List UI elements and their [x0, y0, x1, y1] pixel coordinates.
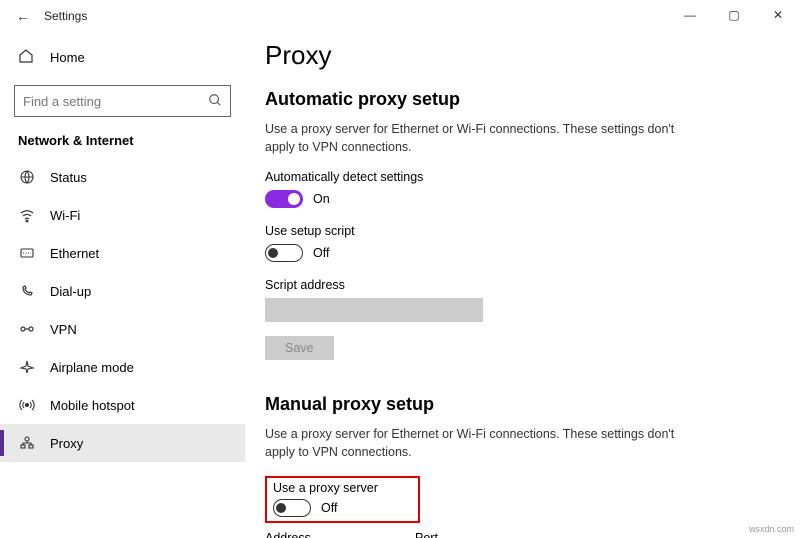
manual-setup-heading: Manual proxy setup [265, 394, 780, 415]
sidebar-item-label: Mobile hotspot [50, 398, 135, 413]
home-icon [18, 48, 36, 67]
setup-script-state: Off [313, 246, 329, 260]
content: Proxy Automatic proxy setup Use a proxy … [245, 32, 800, 538]
sidebar-item-status[interactable]: Status [0, 158, 245, 196]
watermark: wsxdn.com [749, 524, 794, 534]
use-proxy-toggle[interactable] [273, 499, 311, 517]
auto-setup-heading: Automatic proxy setup [265, 89, 780, 110]
page-title: Proxy [265, 40, 780, 71]
app-title: Settings [44, 9, 87, 23]
use-proxy-label: Use a proxy server [273, 481, 378, 495]
wifi-icon [18, 207, 36, 223]
dialup-icon [18, 283, 36, 299]
port-label: Port [415, 531, 438, 538]
sidebar: Home Network & Internet Status Wi-Fi Eth… [0, 32, 245, 538]
script-address-input[interactable] [265, 298, 483, 322]
auto-detect-toggle[interactable] [265, 190, 303, 208]
airplane-icon [18, 359, 36, 375]
status-icon [18, 169, 36, 185]
ethernet-icon [18, 245, 36, 261]
sidebar-item-dialup[interactable]: Dial-up [0, 272, 245, 310]
sidebar-section-header: Network & Internet [0, 133, 245, 158]
sidebar-item-hotspot[interactable]: Mobile hotspot [0, 386, 245, 424]
sidebar-item-label: Airplane mode [50, 360, 134, 375]
window-controls: — ▢ ✕ [668, 0, 800, 30]
auto-detect-label: Automatically detect settings [265, 170, 780, 184]
sidebar-item-label: VPN [50, 322, 77, 337]
sidebar-item-label: Dial-up [50, 284, 91, 299]
hotspot-icon [18, 397, 36, 413]
sidebar-home-label: Home [50, 50, 85, 65]
back-button[interactable]: ← [16, 8, 30, 24]
close-button[interactable]: ✕ [756, 0, 800, 30]
manual-setup-desc: Use a proxy server for Ethernet or Wi-Fi… [265, 425, 685, 461]
setup-script-toggle[interactable] [265, 244, 303, 262]
search-box[interactable] [14, 85, 231, 117]
setup-script-label: Use setup script [265, 224, 780, 238]
vpn-icon [18, 321, 36, 337]
sidebar-item-proxy[interactable]: Proxy [0, 424, 245, 462]
use-proxy-highlight: Use a proxy server Off [265, 476, 420, 523]
sidebar-item-label: Status [50, 170, 87, 185]
minimize-button[interactable]: — [668, 0, 712, 30]
address-label: Address [265, 531, 395, 538]
maximize-button[interactable]: ▢ [712, 0, 756, 30]
sidebar-item-label: Ethernet [50, 246, 99, 261]
auto-setup-desc: Use a proxy server for Ethernet or Wi-Fi… [265, 120, 685, 156]
sidebar-item-label: Wi-Fi [50, 208, 80, 223]
search-input[interactable] [23, 94, 183, 109]
sidebar-item-ethernet[interactable]: Ethernet [0, 234, 245, 272]
auto-detect-state: On [313, 192, 330, 206]
sidebar-item-airplane[interactable]: Airplane mode [0, 348, 245, 386]
sidebar-item-label: Proxy [50, 436, 83, 451]
script-address-label: Script address [265, 278, 780, 292]
sidebar-home[interactable]: Home [0, 42, 245, 73]
save-button[interactable]: Save [265, 336, 334, 360]
proxy-icon [18, 435, 36, 451]
sidebar-item-vpn[interactable]: VPN [0, 310, 245, 348]
use-proxy-state: Off [321, 501, 337, 515]
search-icon [208, 93, 222, 110]
sidebar-item-wifi[interactable]: Wi-Fi [0, 196, 245, 234]
